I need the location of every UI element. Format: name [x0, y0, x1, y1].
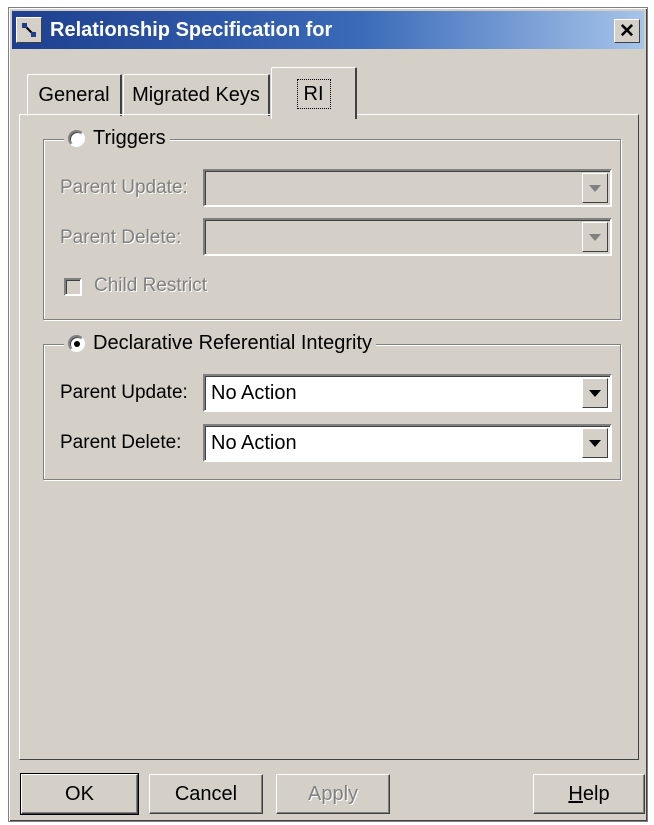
ok-button-label: OK: [65, 782, 94, 805]
dri-radio-icon: [68, 335, 85, 352]
title-bar: Relationship Specification for ✕: [12, 11, 644, 49]
close-button[interactable]: ✕: [614, 19, 640, 43]
dri-parent-delete-select[interactable]: No Action: [203, 424, 612, 462]
radio-selected-dot: [73, 340, 80, 347]
ok-button[interactable]: OK: [20, 773, 139, 815]
dri-parent-update-select[interactable]: No Action: [203, 374, 612, 412]
triggers-radio[interactable]: Triggers: [64, 127, 170, 150]
tab-migrated-keys-label: Migrated Keys: [132, 84, 260, 106]
triggers-parent-update-label: Parent Update:: [60, 177, 188, 198]
cancel-button[interactable]: Cancel: [149, 774, 263, 814]
tab-general[interactable]: General: [27, 74, 122, 116]
help-mnemonic-label: H: [568, 782, 583, 805]
triggers-radio-label: Triggers: [93, 127, 166, 149]
help-button[interactable]: Help: [533, 774, 645, 814]
tab-general-label: General: [38, 84, 110, 106]
dri-parent-delete-label: Parent Delete:: [60, 432, 182, 453]
tab-migrated-keys[interactable]: Migrated Keys: [123, 74, 270, 116]
dri-parent-update-label: Parent Update:: [60, 382, 188, 403]
chevron-down-icon[interactable]: [582, 428, 608, 458]
triggers-group: Triggers Parent Update: Parent Delete: C…: [43, 127, 621, 320]
tab-ri-label: RI: [296, 78, 331, 109]
dri-parent-update-value: No Action: [211, 382, 297, 404]
chevron-down-icon: [582, 173, 608, 203]
triggers-parent-update-select: [203, 169, 612, 207]
app-icon: [16, 17, 42, 43]
dri-parent-delete-value: No Action: [211, 432, 297, 454]
chevron-down-icon[interactable]: [582, 378, 608, 408]
chevron-down-icon: [582, 222, 608, 252]
triggers-parent-delete-label: Parent Delete:: [60, 227, 182, 248]
tab-ri[interactable]: RI: [271, 67, 357, 119]
dialog-window: Relationship Specification for ✕ General…: [8, 7, 648, 822]
apply-button: Apply: [276, 774, 390, 814]
tab-panel-ri: Triggers Parent Update: Parent Delete: C…: [19, 114, 639, 760]
dri-radio[interactable]: Declarative Referential Integrity: [64, 332, 377, 355]
child-restrict-checkbox: [64, 278, 82, 296]
cancel-button-label: Cancel: [174, 782, 238, 805]
dri-group: Declarative Referential Integrity Parent…: [43, 332, 621, 480]
help-button-label: elp: [582, 782, 610, 805]
apply-button-label: Apply: [307, 782, 359, 805]
triggers-radio-icon: [68, 130, 85, 147]
child-restrict-label: Child Restrict: [94, 275, 207, 296]
window-title: Relationship Specification for: [50, 19, 333, 41]
dri-radio-label: Declarative Referential Integrity: [93, 332, 373, 354]
triggers-parent-delete-select: [203, 218, 612, 256]
close-icon: ✕: [619, 20, 635, 42]
